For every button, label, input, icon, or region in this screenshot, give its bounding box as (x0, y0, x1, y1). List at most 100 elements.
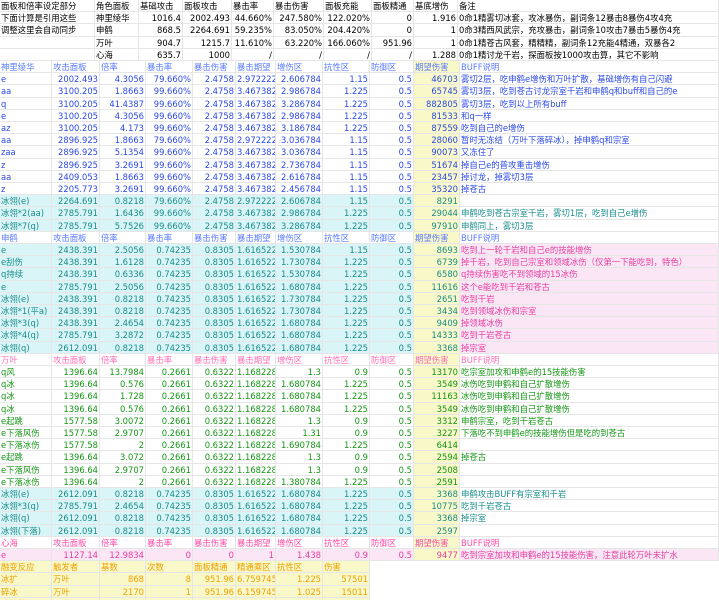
kazuha-cell[interactable]: 0.74235 (146, 500, 193, 513)
ayaka-cell[interactable]: 2785.791 (52, 207, 100, 220)
kazuha-cell[interactable]: 2 (100, 475, 146, 488)
ayaka-cell[interactable]: 0.5 (370, 85, 414, 98)
shenhe-cell[interactable]: 1.616522 (236, 317, 276, 330)
ayaka-cell[interactable]: aa (0, 85, 52, 98)
kazuha-cell[interactable]: 1.168228 (236, 366, 276, 379)
kazuha-header-cell[interactable]: 抗性区 (323, 353, 370, 366)
kazuha-cell[interactable]: 6414 (414, 439, 460, 452)
ayaka-cell[interactable]: 1.225 (323, 207, 370, 220)
shenhe-cell[interactable]: 0.5 (370, 292, 414, 305)
kazuha-cell[interactable]: 1.225 (323, 378, 370, 391)
summary-cell[interactable]: / (324, 48, 372, 61)
shenhe-cell[interactable]: 0.8305 (193, 292, 236, 305)
summary-cell[interactable]: 0命1精苍古风套，精精精，副词条12充能4精通，双暴各2 (458, 36, 719, 49)
ayaka-cell[interactable]: 79.660% (146, 73, 193, 86)
ayaka-cell[interactable]: 99.660% (146, 219, 193, 232)
ayaka-cell[interactable]: 8291 (414, 195, 460, 208)
reactions-header-cell[interactable]: 融变反应 (0, 561, 52, 574)
kazuha-cell[interactable]: 2.9707 (100, 427, 146, 440)
ayaka-cell[interactable]: 吃到自己的e增伤 (460, 122, 719, 135)
ayaka-cell[interactable]: 2.456784 (276, 183, 323, 196)
summary-cell[interactable]: 调整这里会自动同步 (0, 24, 95, 37)
kazuha-cell[interactable]: 申鹤攻击BUFF有宗室和千岩 (460, 488, 719, 501)
summary-cell[interactable]: 1 (414, 24, 458, 37)
kazuha-cell[interactable]: 0.6322 (193, 390, 236, 403)
ayaka-cell[interactable]: 3.467382 (236, 158, 276, 171)
reactions-cell[interactable]: 冰扩 (0, 573, 52, 586)
shenhe-cell[interactable]: 6580 (414, 268, 460, 281)
ayaka-cell[interactable]: 0.5 (370, 195, 414, 208)
kazuha-cell[interactable]: 0.5 (370, 414, 414, 427)
shenhe-cell[interactable]: 0.8305 (193, 317, 236, 330)
kazuha-cell[interactable]: 0.2661 (146, 475, 193, 488)
ayaka-cell[interactable] (460, 195, 719, 208)
ayaka-cell[interactable]: 23457 (414, 170, 460, 183)
kokomi-header-cell[interactable]: 心海 (0, 536, 52, 549)
kazuha-cell[interactable]: 1.168228 (236, 378, 276, 391)
ayaka-cell[interactable]: 3.467382 (236, 109, 276, 122)
shenhe-cell[interactable]: 2438.391 (52, 305, 100, 318)
shenhe-cell[interactable]: 0.74235 (146, 292, 193, 305)
shenhe-cell[interactable]: 1.616522 (236, 329, 276, 342)
shenhe-cell[interactable]: 0.74235 (146, 329, 193, 342)
kazuha-cell[interactable]: 1.31 (276, 427, 323, 440)
shenhe-cell[interactable]: 1.730784 (276, 292, 323, 305)
kazuha-cell[interactable]: 0.576 (100, 378, 146, 391)
kazuha-cell[interactable]: 0.8305 (193, 512, 236, 525)
kazuha-cell[interactable]: e下落风伤 (0, 427, 52, 440)
reactions-header-cell[interactable]: 抗性区 (276, 561, 323, 574)
kazuha-cell[interactable]: 0.5 (370, 366, 414, 379)
reactions-header-cell[interactable]: 次数 (146, 561, 193, 574)
shenhe-cell[interactable]: 2438.391 (52, 317, 100, 330)
ayaka-cell[interactable]: 掉苍古 (460, 183, 719, 196)
summary-cell[interactable]: 神里绫华 (95, 12, 139, 25)
reactions-cell[interactable]: 15011 (323, 585, 370, 598)
shenhe-cell[interactable]: 1.225 (323, 341, 370, 354)
ayaka-cell[interactable]: 99.660% (146, 146, 193, 159)
shenhe-cell[interactable]: 0.5 (370, 329, 414, 342)
ayaka-cell[interactable]: 2.972222 (236, 134, 276, 147)
kazuha-cell[interactable]: 0.2661 (146, 390, 193, 403)
kazuha-cell[interactable]: 1577.58 (52, 427, 100, 440)
shenhe-cell[interactable]: 1.225 (323, 256, 370, 269)
kazuha-cell[interactable]: 吃到千岩苍古 (460, 500, 719, 513)
ayaka-cell[interactable]: 雾切3层，吃到苍古讨龙宗室千岩和申鹤q和buff和自己的e (460, 85, 719, 98)
ayaka-cell[interactable]: 暂时无冻结（万叶下落碎冰），掉申鹤q和宗室 (460, 134, 719, 147)
summary-cell[interactable]: 0命3精西风武宗，充攻暴击，副词条10攻击7暴击5暴伤4充 (458, 24, 719, 37)
ayaka-cell[interactable]: 0.5 (370, 170, 414, 183)
ayaka-cell[interactable]: q (0, 97, 52, 110)
ayaka-cell[interactable]: z (0, 158, 52, 171)
ayaka-cell[interactable]: 0.5 (370, 219, 414, 232)
ayaka-cell[interactable]: 4.173 (100, 122, 146, 135)
ayaka-cell[interactable]: 882805 (414, 97, 460, 110)
ayaka-header-cell[interactable]: BUFF说明 (460, 61, 719, 74)
ayaka-cell[interactable]: 97910 (414, 219, 460, 232)
kazuha-header-cell[interactable]: 暴击率 (146, 353, 193, 366)
kazuha-cell[interactable]: 0.8305 (193, 524, 236, 537)
kazuha-cell[interactable]: 0.5 (370, 439, 414, 452)
ayaka-cell[interactable]: 2409.053 (52, 170, 100, 183)
summary-header-cell[interactable]: 基底增伤 (414, 0, 458, 13)
kazuha-cell[interactable]: 0.2661 (146, 414, 193, 427)
kazuha-header-cell[interactable]: BUFF说明 (460, 353, 719, 366)
kokomi-cell[interactable]: 12.9834 (100, 549, 146, 562)
ayaka-header-cell[interactable]: 增伤区 (276, 61, 323, 74)
ayaka-cell[interactable]: 81533 (414, 109, 460, 122)
kazuha-cell[interactable]: 0.6322 (193, 475, 236, 488)
ayaka-cell[interactable]: 0.8218 (100, 195, 146, 208)
ayaka-cell[interactable]: 冰翎*7(q) (0, 219, 52, 232)
ayaka-cell[interactable]: 2.616784 (276, 170, 323, 183)
ayaka-cell[interactable]: 1.6436 (100, 207, 146, 220)
ayaka-cell[interactable]: 87559 (414, 122, 460, 135)
shenhe-cell[interactable]: 2.5056 (100, 280, 146, 293)
kazuha-cell[interactable]: 0.2661 (146, 427, 193, 440)
summary-cell[interactable]: 166.060% (324, 36, 372, 49)
summary-cell[interactable]: 63.220% (274, 36, 324, 49)
kazuha-cell[interactable]: 1396.64 (52, 402, 100, 415)
ayaka-cell[interactable]: 2.4758 (193, 134, 236, 147)
shenhe-cell[interactable]: 0.8305 (193, 341, 236, 354)
ayaka-cell[interactable]: 0.5 (370, 97, 414, 110)
ayaka-cell[interactable]: 1.15 (323, 73, 370, 86)
shenhe-cell[interactable]: 0.8218 (100, 292, 146, 305)
summary-cell[interactable]: 1016.4 (139, 12, 183, 25)
